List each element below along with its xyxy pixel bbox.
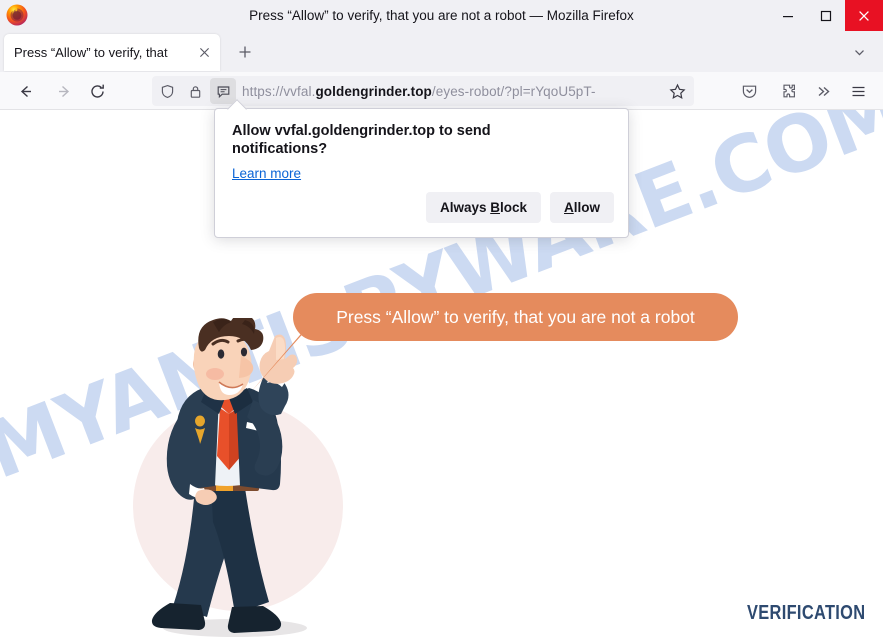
- allow-accesskey: A: [564, 200, 574, 215]
- permission-heading: Allow vvfal.goldengrinder.top to send no…: [232, 123, 491, 158]
- navigation-toolbar: https://vvfal.goldengrinder.top/eyes-rob…: [0, 72, 883, 110]
- new-tab-button[interactable]: [231, 41, 259, 63]
- always-block-label-pre: Always: [439, 200, 491, 215]
- close-window-button[interactable]: [845, 0, 883, 31]
- tab-close-icon[interactable]: [195, 43, 214, 62]
- shield-icon[interactable]: [154, 78, 180, 104]
- learn-more-link[interactable]: Learn more: [232, 166, 301, 181]
- save-to-pocket-icon[interactable]: [734, 77, 764, 105]
- cartoon-businessman-illustration: [95, 313, 395, 643]
- window-title: Press “Allow” to verify, that you are no…: [249, 8, 634, 23]
- firefox-browser-window: Press “Allow” to verify, that you are no…: [0, 0, 883, 643]
- permission-buttons: Always Block Allow: [425, 192, 614, 223]
- hamburger-menu-icon[interactable]: [843, 77, 873, 105]
- back-button[interactable]: [10, 77, 40, 105]
- notification-permission-popup: Allow vvfal.goldengrinder.top to send no…: [214, 108, 629, 238]
- allow-button[interactable]: Allow: [550, 192, 614, 223]
- speech-bubble: Press “Allow” to verify, that you are no…: [293, 293, 738, 341]
- chevron-down-icon[interactable]: [845, 41, 873, 63]
- maximize-button[interactable]: [807, 0, 845, 31]
- speech-bubble-notification-icon[interactable]: [210, 78, 236, 104]
- always-block-accesskey: B: [490, 200, 500, 215]
- forward-button[interactable]: [49, 77, 79, 105]
- double-chevron-right-icon[interactable]: [808, 77, 838, 105]
- star-icon[interactable]: [663, 78, 691, 104]
- minimize-button[interactable]: [769, 0, 807, 31]
- browser-tab[interactable]: Press “Allow” to verify, that: [4, 34, 220, 71]
- url-text[interactable]: https://vvfal.goldengrinder.top/eyes-rob…: [236, 84, 663, 99]
- verification-logo: VERIFICATION: [746, 602, 865, 624]
- reload-button[interactable]: [82, 77, 112, 105]
- puzzle-piece-icon[interactable]: [773, 77, 803, 105]
- firefox-logo: [5, 3, 29, 27]
- url-suffix: /eyes-robot/?pl=rYqoU5pT-: [431, 83, 596, 99]
- url-domain: goldengrinder.top: [315, 83, 432, 99]
- always-block-label-post: lock: [499, 200, 527, 215]
- padlock-icon[interactable]: [182, 78, 208, 104]
- speech-bubble-text: Press “Allow” to verify, that you are no…: [336, 306, 695, 327]
- tab-strip: Press “Allow” to verify, that: [0, 31, 883, 72]
- tab-title: Press “Allow” to verify, that: [14, 45, 168, 60]
- title-bar: Press “Allow” to verify, that you are no…: [0, 0, 883, 31]
- always-block-button[interactable]: Always Block: [425, 192, 541, 223]
- url-prefix: https://vvfal.: [242, 83, 316, 99]
- allow-label-post: llow: [573, 200, 600, 215]
